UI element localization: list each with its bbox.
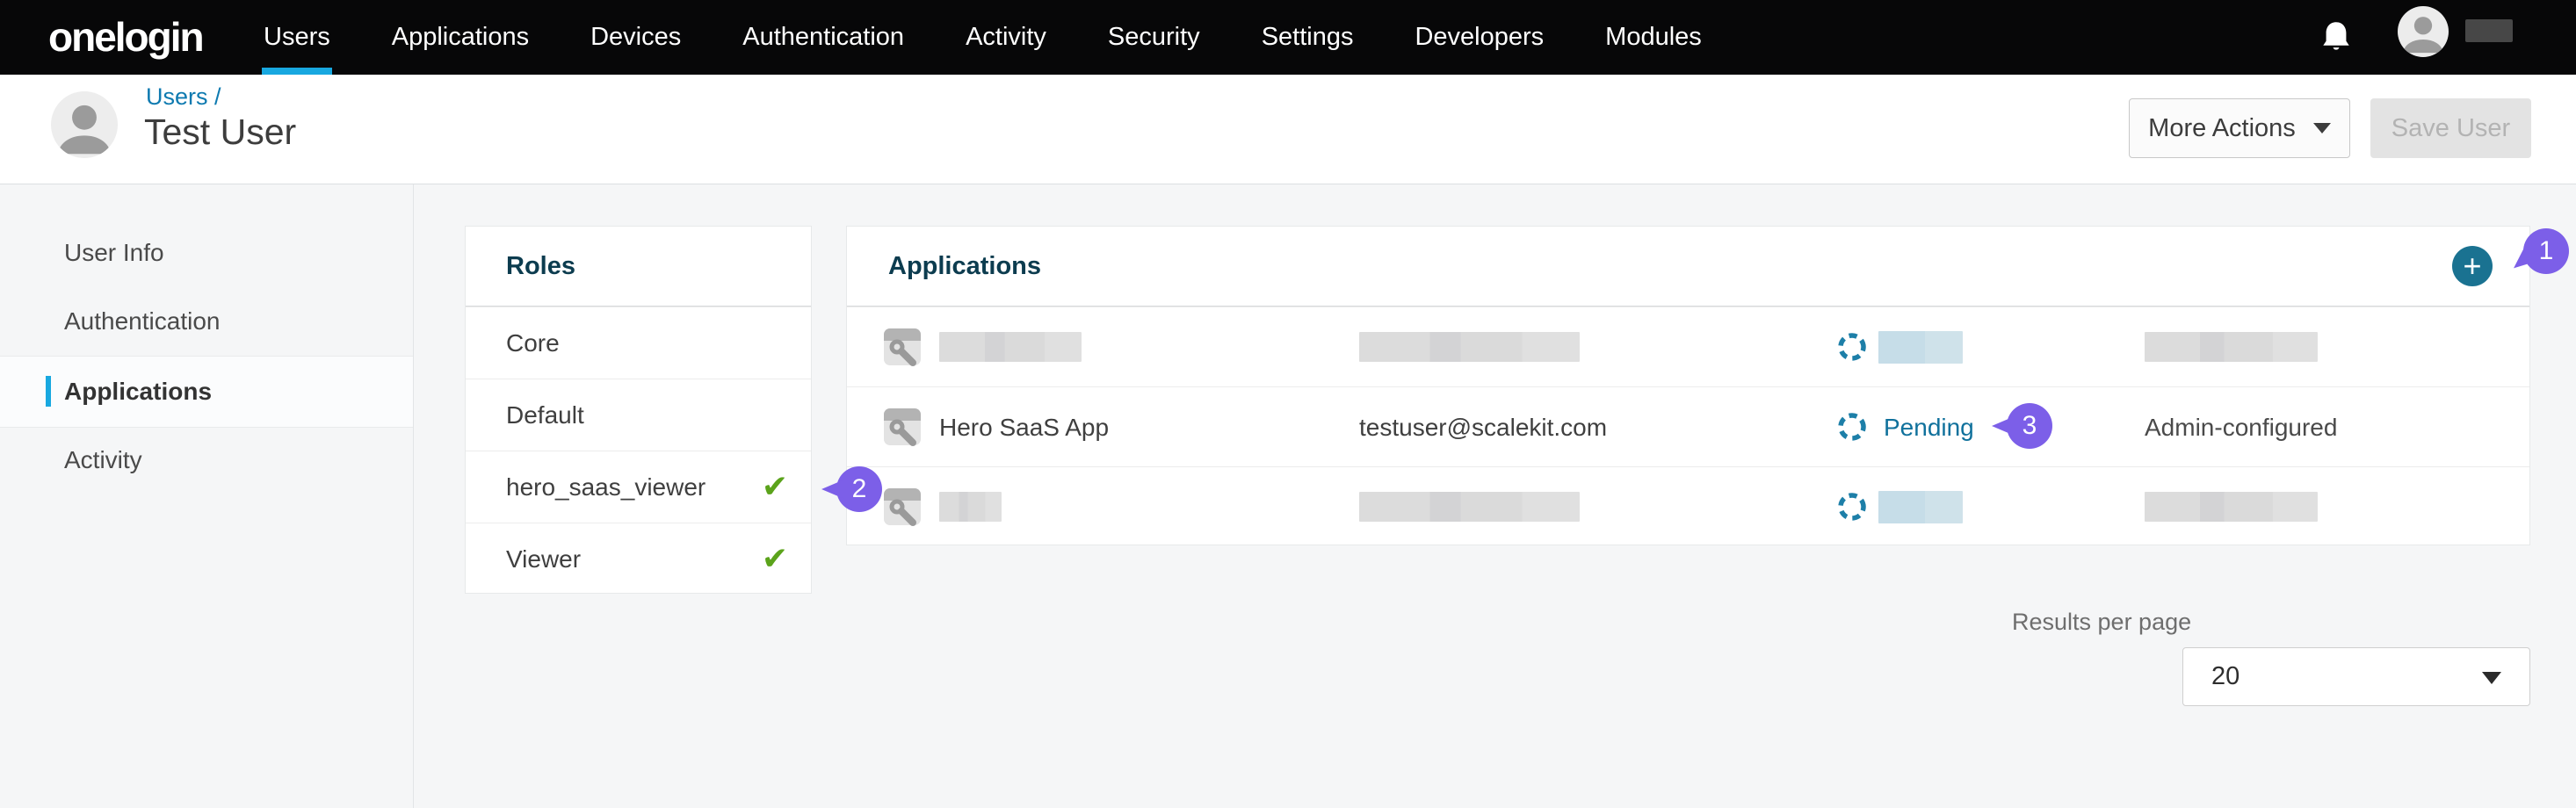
breadcrumb-users-link[interactable]: Users /: [146, 83, 221, 111]
role-row-default[interactable]: Default: [466, 379, 811, 451]
role-row-hero-saas-viewer[interactable]: hero_saas_viewer ✔: [466, 451, 811, 523]
applications-panel: Applications +: [846, 226, 2530, 545]
sidebar-item-authentication[interactable]: Authentication: [64, 307, 220, 335]
save-user-button[interactable]: Save User: [2370, 98, 2531, 158]
annotation-badge-1: 1: [2523, 228, 2569, 274]
onelogin-logo[interactable]: onelogin: [48, 0, 203, 75]
app-window-wrench-icon: [883, 408, 922, 446]
annotation-badge-2: 2: [836, 466, 882, 512]
results-per-page-value: 20: [2211, 648, 2240, 705]
sidebar-item-user-info[interactable]: User Info: [64, 239, 164, 267]
skeleton-name-bar: [939, 332, 1082, 362]
role-name: Default: [506, 379, 584, 451]
roles-header: Roles: [466, 227, 811, 307]
skeleton-status-bar: [1878, 491, 1963, 523]
onelogin-admin-page: onelogin Users Applications Devices Auth…: [0, 0, 2576, 808]
page-header: Users / Test User More Actions Save User: [0, 75, 2576, 184]
application-row-hero-saas-app[interactable]: Hero SaaS App testuser@scalekit.com Pend…: [847, 386, 2529, 466]
loading-spinner-icon: [1836, 331, 1868, 363]
user-avatar: [51, 91, 118, 158]
nav-item-applications[interactable]: Applications: [392, 0, 529, 75]
more-actions-button[interactable]: More Actions: [2129, 98, 2350, 158]
account-name-redacted[interactable]: [2465, 19, 2513, 42]
nav-item-security[interactable]: Security: [1108, 0, 1200, 75]
status-pending: Pending: [1884, 387, 1974, 467]
nav-item-users[interactable]: Users: [264, 0, 330, 75]
nav-item-authentication[interactable]: Authentication: [742, 0, 904, 75]
results-per-page-label: Results per page: [2012, 609, 2191, 636]
sidebar-item-activity[interactable]: Activity: [64, 446, 142, 474]
add-application-button[interactable]: +: [2452, 246, 2493, 286]
account-avatar[interactable]: [2398, 6, 2449, 57]
application-login: testuser@scalekit.com: [1359, 387, 1607, 467]
user-sidebar: User Info Authentication Applications Ac…: [0, 184, 414, 808]
application-row-loading[interactable]: [847, 307, 2529, 386]
role-row-viewer[interactable]: Viewer ✔: [466, 523, 811, 595]
primary-nav: Users Applications Devices Authenticatio…: [264, 0, 1702, 75]
check-icon: ✔: [762, 523, 788, 594]
sidebar-item-applications[interactable]: Applications: [64, 378, 212, 406]
nav-item-developers[interactable]: Developers: [1415, 0, 1544, 75]
nav-item-modules[interactable]: Modules: [1605, 0, 1702, 75]
app-window-wrench-icon: [883, 487, 922, 526]
nav-item-devices[interactable]: Devices: [590, 0, 681, 75]
content-area: User Info Authentication Applications Ac…: [0, 184, 2576, 808]
roles-panel: Roles Core Default hero_saas_viewer ✔ Vi…: [465, 226, 812, 594]
top-nav: onelogin Users Applications Devices Auth…: [0, 0, 2576, 75]
skeleton-status-bar: [1878, 331, 1963, 364]
role-name: Core: [506, 307, 560, 379]
skeleton-login-bar: [1359, 492, 1580, 522]
application-name: Hero SaaS App: [939, 387, 1109, 467]
more-actions-label: More Actions: [2148, 114, 2296, 143]
loading-spinner-icon: [1836, 411, 1868, 443]
applications-header: Applications: [847, 227, 2529, 307]
nav-item-settings[interactable]: Settings: [1262, 0, 1354, 75]
notifications-bell-icon[interactable]: [2320, 20, 2352, 55]
application-row-loading[interactable]: [847, 466, 2529, 546]
check-icon: ✔: [762, 451, 788, 522]
skeleton-name-bar: [939, 492, 1002, 522]
chevron-down-icon: [2313, 123, 2331, 133]
results-per-page-select[interactable]: 20: [2182, 647, 2530, 706]
chevron-down-icon: [2482, 672, 2501, 684]
role-name: hero_saas_viewer: [506, 451, 706, 523]
role-row-core[interactable]: Core: [466, 307, 811, 379]
provisioning-state: Admin-configured: [2145, 387, 2337, 467]
skeleton-provisioning-bar: [2145, 492, 2318, 522]
skeleton-login-bar: [1359, 332, 1580, 362]
annotation-badge-3: 3: [2007, 403, 2052, 449]
nav-item-activity[interactable]: Activity: [966, 0, 1046, 75]
role-name: Viewer: [506, 523, 581, 595]
sidebar-active-indicator: [46, 376, 51, 407]
page-title: Test User: [144, 112, 296, 153]
skeleton-provisioning-bar: [2145, 332, 2318, 362]
app-window-wrench-icon: [883, 328, 922, 366]
loading-spinner-icon: [1836, 491, 1868, 523]
